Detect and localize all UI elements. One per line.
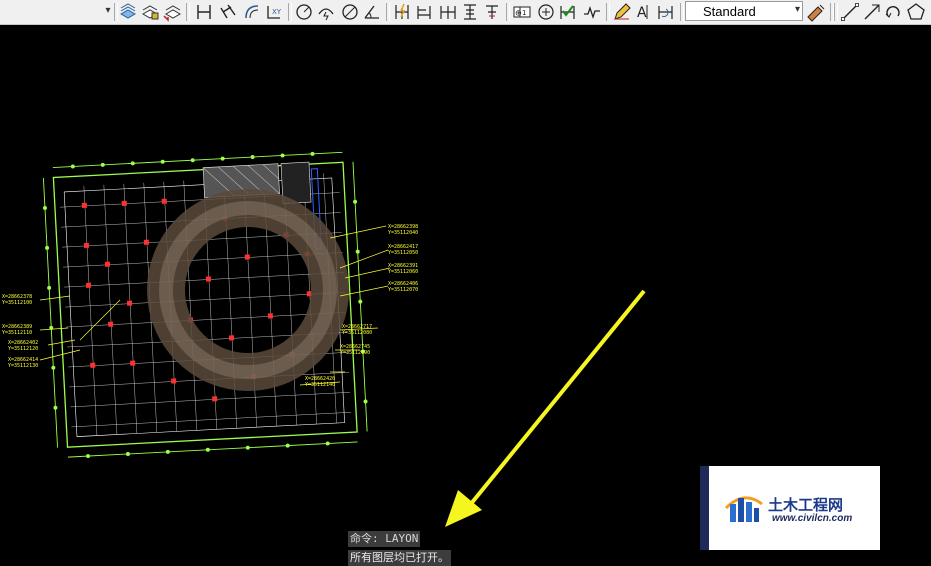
dimension-break-icon[interactable]	[482, 2, 502, 22]
toolbar-separator	[186, 3, 190, 21]
toolbar-separator	[288, 3, 292, 21]
site-watermark: 土木工程网 www.civilcn.com	[700, 466, 880, 550]
angular-dimension-icon[interactable]	[362, 2, 382, 22]
layer-previous-icon[interactable]	[162, 2, 182, 22]
linear-dimension-icon[interactable]	[194, 2, 214, 22]
dimension-edit-icon[interactable]	[612, 2, 632, 22]
text-style-select[interactable]: Standard ▾	[685, 1, 803, 21]
aligned-dimension-icon[interactable]	[218, 2, 238, 22]
ordinate-dimension-icon[interactable]: XY	[264, 2, 284, 22]
svg-text:⊕: ⊕	[515, 9, 522, 18]
dimension-space-icon[interactable]	[460, 2, 480, 22]
svg-text:A: A	[637, 5, 647, 21]
command-prompt-line: 命令: LAYON	[348, 531, 421, 547]
polyline-icon[interactable]	[862, 2, 882, 22]
jogged-dimension-icon[interactable]	[316, 2, 336, 22]
quick-dimension-icon[interactable]	[392, 2, 412, 22]
watermark-title: 土木工程网	[768, 496, 844, 514]
dimension-style-icon[interactable]	[806, 2, 826, 22]
layer-state-icon[interactable]	[140, 2, 160, 22]
toolbar-separator	[386, 3, 390, 21]
dimension-update-icon[interactable]	[656, 2, 676, 22]
center-mark-icon[interactable]	[536, 2, 556, 22]
baseline-dimension-icon[interactable]	[414, 2, 434, 22]
dimension-text-edit-icon[interactable]: A	[634, 2, 654, 22]
continue-dimension-icon[interactable]	[438, 2, 458, 22]
toolbar-separator	[834, 3, 838, 21]
radius-dimension-icon[interactable]	[294, 2, 314, 22]
text-style-value: Standard	[703, 4, 756, 19]
line-icon[interactable]	[840, 2, 860, 22]
watermark-url: www.civilcn.com	[772, 513, 853, 524]
toolbar-separator	[680, 3, 684, 21]
arc-length-dimension-icon[interactable]	[242, 2, 262, 22]
arc-icon[interactable]	[884, 2, 904, 22]
toolbar-separator	[506, 3, 510, 21]
layer-properties-icon[interactable]	[118, 2, 138, 22]
jogged-linear-icon[interactable]	[582, 2, 602, 22]
layer-dropdown-arrow[interactable]: ▾	[102, 3, 114, 19]
toolbar: ▾ XY ⊕ 1 A Standard ▾	[0, 0, 931, 25]
svg-text:XY: XY	[272, 8, 282, 16]
tolerance-icon[interactable]: ⊕ 1	[512, 2, 532, 22]
polygon-icon[interactable]	[906, 2, 926, 22]
chevron-down-icon: ▾	[794, 4, 800, 15]
watermark-bar	[700, 466, 709, 550]
toolbar-separator	[606, 3, 610, 21]
building-logo-icon	[724, 496, 763, 522]
svg-text:1: 1	[522, 9, 526, 17]
command-result-line: 所有图层均已打开。	[348, 550, 451, 566]
inspection-icon[interactable]	[558, 2, 578, 22]
diameter-dimension-icon[interactable]	[340, 2, 360, 22]
